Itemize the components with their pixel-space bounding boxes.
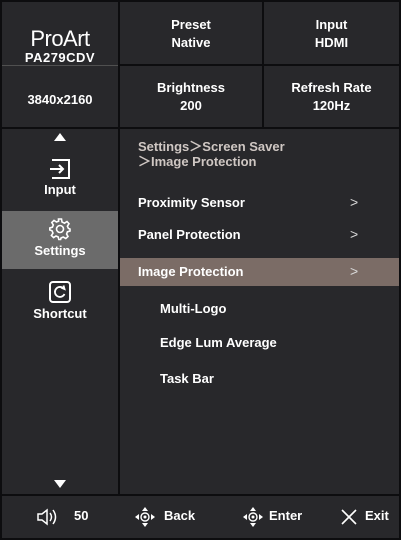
submenu-item-label: Edge Lum Average — [160, 335, 277, 350]
back-button[interactable]: Back — [134, 496, 214, 538]
refresh-rate-info: Refresh Rate 120Hz — [264, 66, 399, 127]
input-value: HDMI — [314, 35, 349, 50]
menu-item-image-protection[interactable]: Image Protection > — [120, 258, 399, 286]
submenu-item-edge-lum-average[interactable]: Edge Lum Average — [120, 329, 399, 357]
brand-row: ProArt PA279CDV — [2, 2, 118, 66]
submenu-item-task-bar[interactable]: Task Bar — [120, 365, 399, 393]
menu-item-proximity-sensor[interactable]: Proximity Sensor > — [120, 189, 399, 217]
resolution-label: 3840x2160 — [27, 92, 93, 107]
gear-icon — [48, 217, 72, 241]
sidebar-item-shortcut[interactable]: Shortcut — [2, 274, 118, 334]
sidebar-item-label: Input — [44, 182, 76, 197]
refresh-rate-label: Refresh Rate — [291, 80, 372, 95]
submenu-item-multi-logo[interactable]: Multi-Logo — [120, 295, 399, 323]
close-icon — [340, 508, 358, 526]
submenu-item-label: Multi-Logo — [160, 301, 227, 316]
breadcrumb: Settings＞Screen Saver ＞Image Protection — [138, 139, 285, 169]
exit-label: Exit — [365, 508, 389, 523]
menu-item-label: Image Protection — [138, 264, 244, 279]
monitor-osd: ProArt PA279CDV 3840x2160 Preset Native … — [0, 0, 401, 540]
submenu-item-label: Task Bar — [160, 371, 214, 386]
brightness-label: Brightness — [157, 80, 225, 95]
preset-info: Preset Native — [120, 2, 262, 64]
chevron-right-icon: > — [350, 194, 359, 210]
input-icon — [48, 158, 72, 180]
sidebar-item-settings[interactable]: Settings — [2, 211, 118, 269]
breadcrumb-line: ＞Image Protection — [138, 154, 257, 169]
volume-value: 50 — [74, 508, 89, 523]
sidebar-item-label: Settings — [34, 243, 86, 258]
chevron-right-icon: > — [350, 263, 359, 279]
enter-label: Enter — [269, 508, 303, 523]
brand-logo: ProArt — [30, 26, 90, 51]
preset-value: Native — [171, 35, 211, 50]
brand-panel: ProArt PA279CDV 3840x2160 — [2, 2, 118, 127]
sidebar-item-label: Shortcut — [33, 306, 87, 321]
volume-control[interactable]: 50 — [2, 496, 118, 538]
brightness-value: 200 — [180, 98, 202, 113]
input-info: Input HDMI — [264, 2, 399, 64]
menu-item-label: Proximity Sensor — [138, 195, 245, 210]
sidebar-nav: Input Settings Shortcut — [2, 129, 118, 494]
brightness-info: Brightness 200 — [120, 66, 262, 127]
input-label: Input — [315, 17, 348, 32]
speaker-icon — [36, 507, 60, 527]
joystick-icon — [134, 505, 156, 529]
enter-button[interactable]: Enter — [242, 496, 317, 538]
bottom-bar: 50 Back Enter Exit — [2, 496, 399, 538]
joystick-icon — [242, 505, 264, 529]
exit-button[interactable]: Exit — [340, 496, 399, 538]
scroll-down-icon[interactable] — [54, 480, 66, 488]
refresh-rate-value: 120Hz — [312, 98, 351, 113]
model-name: PA279CDV — [24, 50, 96, 65]
shortcut-icon — [48, 280, 72, 304]
sidebar-item-input[interactable]: Input — [2, 149, 118, 204]
scroll-up-icon[interactable] — [54, 133, 66, 141]
preset-label: Preset — [171, 17, 211, 32]
breadcrumb-line: Settings＞Screen Saver — [138, 139, 285, 154]
menu-item-label: Panel Protection — [138, 227, 241, 242]
menu-item-panel-protection[interactable]: Panel Protection > — [120, 221, 399, 249]
back-label: Back — [164, 508, 196, 523]
main-panel: Settings＞Screen Saver ＞Image Protection … — [120, 129, 399, 494]
chevron-right-icon: > — [350, 226, 359, 242]
